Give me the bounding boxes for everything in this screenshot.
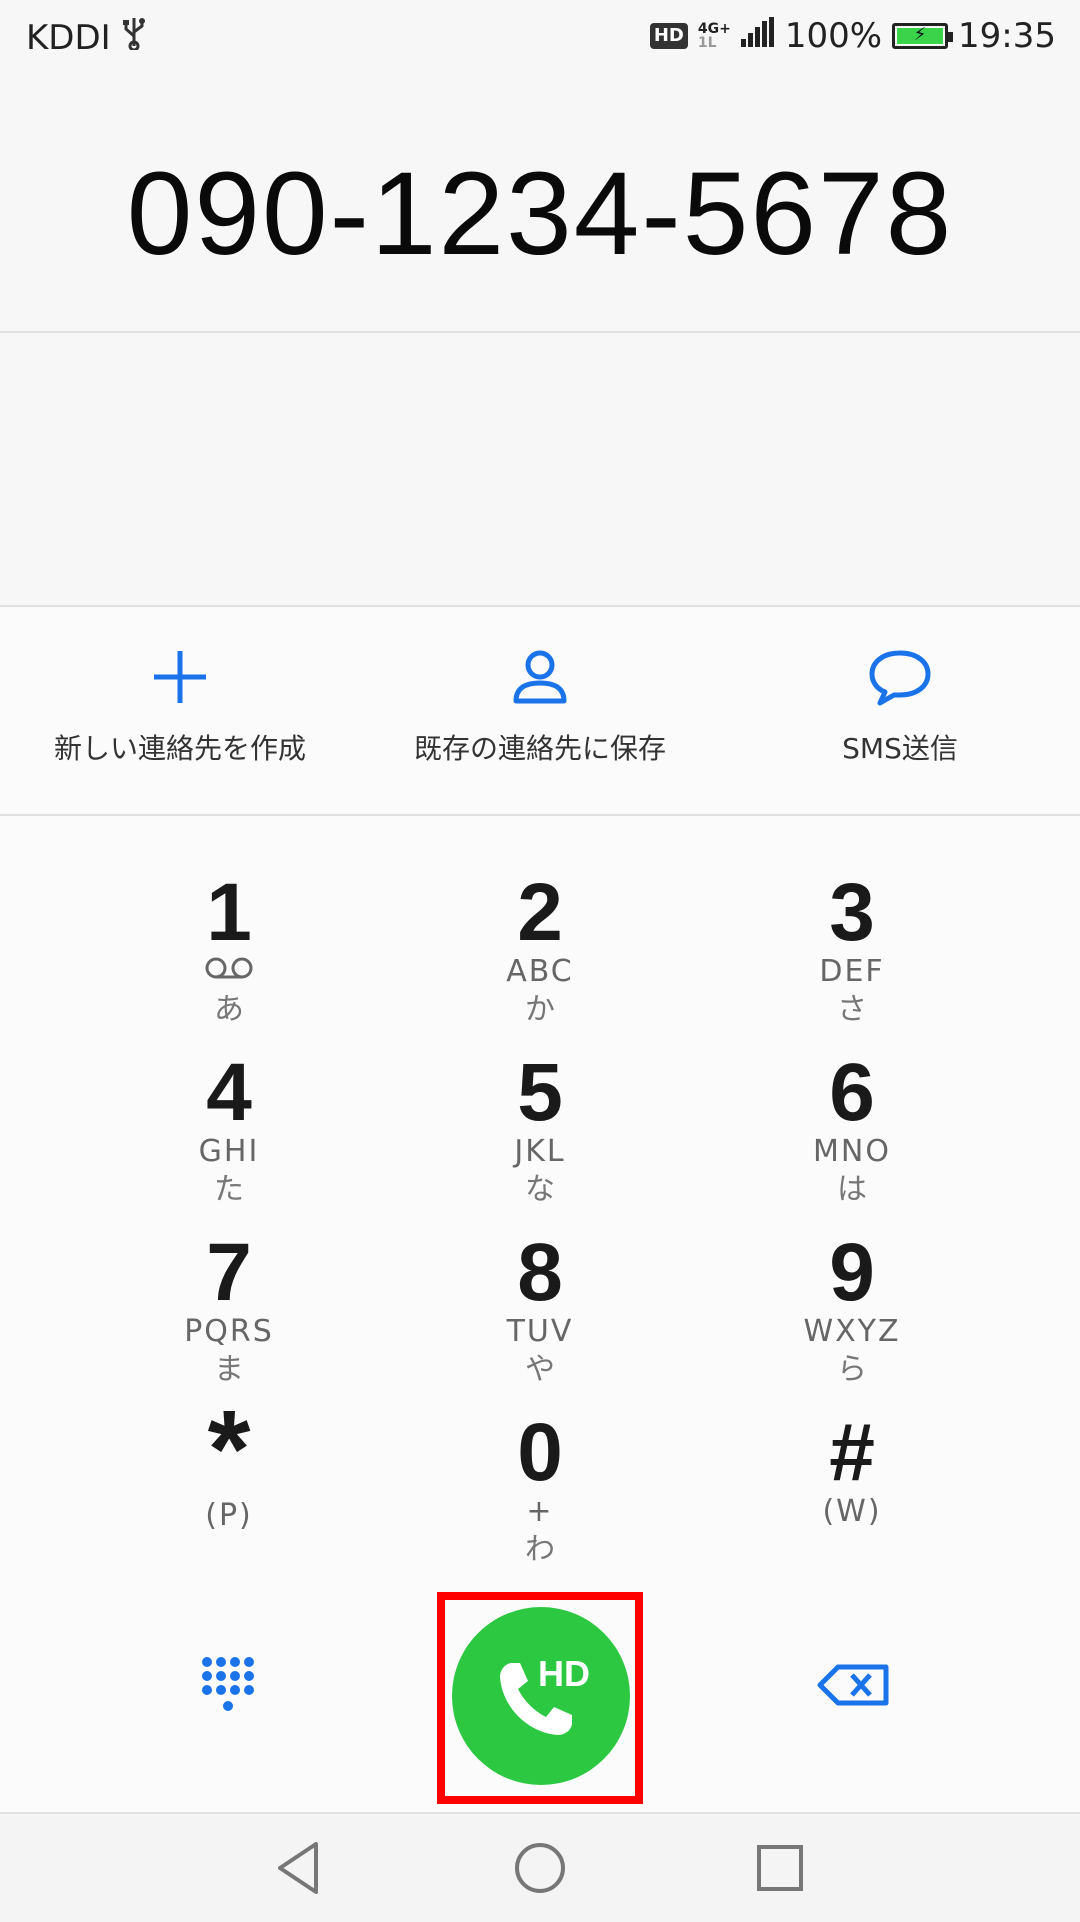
save-to-existing-label: 既存の連絡先に保存 xyxy=(413,732,666,765)
send-sms-label: SMS送信 xyxy=(842,732,958,765)
battery-icon: ⚡ xyxy=(892,23,954,49)
key-digit: # xyxy=(829,1407,875,1498)
key-1[interactable]: 1 あ xyxy=(79,816,379,1027)
key-digit: * xyxy=(207,1388,251,1511)
status-bar: KDDI HD 4G+ 1L 100% ⚡ 19:35 xyxy=(0,0,1080,76)
key-digit: 2 xyxy=(517,867,563,958)
home-circle-icon xyxy=(515,1843,565,1893)
key-letters: DEF xyxy=(819,954,885,989)
key-9[interactable]: 9 WXYZ ら xyxy=(702,1176,1002,1388)
key-letters: (P) xyxy=(205,1498,253,1533)
chat-bubble-icon xyxy=(869,650,931,706)
key-5[interactable]: 5 JKL な xyxy=(390,996,690,1208)
key-digit: 3 xyxy=(829,867,875,958)
key-6[interactable]: 6 MNO は xyxy=(702,996,1002,1208)
key-letters: GHI xyxy=(198,1134,260,1169)
call-button-highlight xyxy=(437,1592,643,1804)
backspace-button[interactable] xyxy=(810,1640,900,1730)
quick-actions: 新しい連絡先を作成 既存の連絡先に保存 SMS送信 xyxy=(0,607,1080,814)
create-contact-label: 新しい連絡先を作成 xyxy=(53,732,306,765)
plus-icon xyxy=(154,651,206,703)
battery-percent: 100% xyxy=(784,16,883,56)
person-icon xyxy=(513,650,567,704)
charging-icon: ⚡ xyxy=(913,24,927,45)
key-letters: PQRS xyxy=(184,1314,274,1349)
key-digit: 9 xyxy=(829,1227,875,1318)
network-type: 4G+ 1L xyxy=(698,22,731,50)
status-left: KDDI xyxy=(26,16,147,59)
dialpad-icon xyxy=(202,1657,254,1711)
hd-voice-badge: HD xyxy=(649,23,688,49)
status-right: HD 4G+ 1L 100% ⚡ 19:35 xyxy=(649,16,1056,56)
key-letters: + xyxy=(526,1494,554,1529)
keypad-toggle-button[interactable] xyxy=(184,1640,274,1730)
dialed-number[interactable]: 090-1234-5678 xyxy=(0,146,1080,282)
key-digit: 0 xyxy=(517,1407,563,1498)
clock: 19:35 xyxy=(958,16,1056,56)
key-0[interactable]: 0 + わ xyxy=(390,1356,690,1568)
key-digit: 7 xyxy=(206,1227,252,1318)
back-button[interactable] xyxy=(270,1836,334,1900)
key-digit: 5 xyxy=(517,1047,563,1138)
key-letters: JKL xyxy=(514,1134,566,1169)
navigation-bar xyxy=(0,1812,1080,1922)
key-7[interactable]: 7 PQRS ま xyxy=(79,1176,379,1388)
create-contact-button[interactable]: 新しい連絡先を作成 xyxy=(0,607,360,814)
network-sublabel: 1L xyxy=(697,35,717,51)
signal-icon xyxy=(740,16,775,56)
dial-keypad: 1 あ 2 ABC か 3 DEF さ 4 GHI た 5 JKL な 6 MN… xyxy=(0,816,1080,1590)
usb-icon xyxy=(121,16,147,59)
key-letters: TUV xyxy=(506,1314,574,1349)
key-3[interactable]: 3 DEF さ xyxy=(702,816,1002,1028)
key-2[interactable]: 2 ABC か xyxy=(390,816,690,1028)
key-digit: 1 xyxy=(206,867,252,958)
key-letters: (W) xyxy=(822,1494,882,1529)
key-letters: MNO xyxy=(813,1134,891,1169)
key-hash[interactable]: # (W) xyxy=(702,1356,1002,1536)
network-label: 4G+ xyxy=(697,21,731,37)
key-8[interactable]: 8 TUV や xyxy=(390,1176,690,1388)
key-digit: 6 xyxy=(829,1047,875,1138)
send-sms-button[interactable]: SMS送信 xyxy=(720,607,1080,814)
key-4[interactable]: 4 GHI た xyxy=(79,996,379,1208)
key-digit: 4 xyxy=(206,1047,252,1138)
back-triangle-icon xyxy=(278,1842,318,1894)
key-digit: 8 xyxy=(517,1227,563,1318)
recents-square-icon xyxy=(757,1845,803,1891)
voicemail-icon xyxy=(79,954,379,990)
number-display-area: 090-1234-5678 xyxy=(0,76,1080,331)
suggestion-area xyxy=(0,333,1080,605)
save-to-existing-button[interactable]: 既存の連絡先に保存 xyxy=(360,607,720,814)
key-kana: わ xyxy=(525,1532,555,1567)
key-star[interactable]: * (P) xyxy=(79,1356,379,1536)
key-letters: WXYZ xyxy=(803,1314,901,1349)
backspace-icon xyxy=(817,1664,889,1706)
recents-button[interactable] xyxy=(748,1836,812,1900)
key-letters: ABC xyxy=(506,954,574,989)
home-button[interactable] xyxy=(508,1836,572,1900)
carrier-name: KDDI xyxy=(26,17,111,58)
